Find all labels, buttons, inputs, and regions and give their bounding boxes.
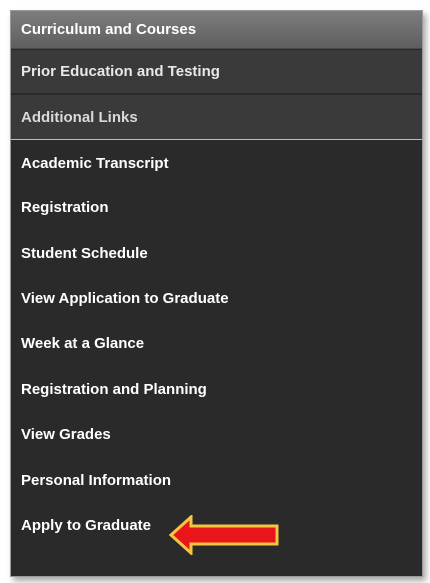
link-student-schedule[interactable]: Student Schedule [11,230,422,275]
link-view-grades[interactable]: View Grades [11,412,422,457]
link-registration-and-planning[interactable]: Registration and Planning [11,367,422,412]
section-label: Additional Links [21,108,138,126]
section-curriculum-and-courses[interactable]: Curriculum and Courses [11,11,422,49]
navigation-panel: Curriculum and Courses Prior Education a… [10,10,423,577]
section-additional-links[interactable]: Additional Links [11,95,422,140]
red-arrow-icon [169,515,279,555]
section-label: Prior Education and Testing [21,63,220,80]
link-week-at-a-glance[interactable]: Week at a Glance [11,321,422,366]
link-personal-information[interactable]: Personal Information [11,457,422,502]
section-prior-education-and-testing[interactable]: Prior Education and Testing [11,50,422,94]
link-academic-transcript[interactable]: Academic Transcript [11,142,422,185]
link-view-application-to-graduate[interactable]: View Application to Graduate [11,276,422,321]
link-registration[interactable]: Registration [11,185,422,230]
section-label: Curriculum and Courses [21,21,197,38]
additional-links-list: Academic Transcript Registration Student… [11,142,422,548]
